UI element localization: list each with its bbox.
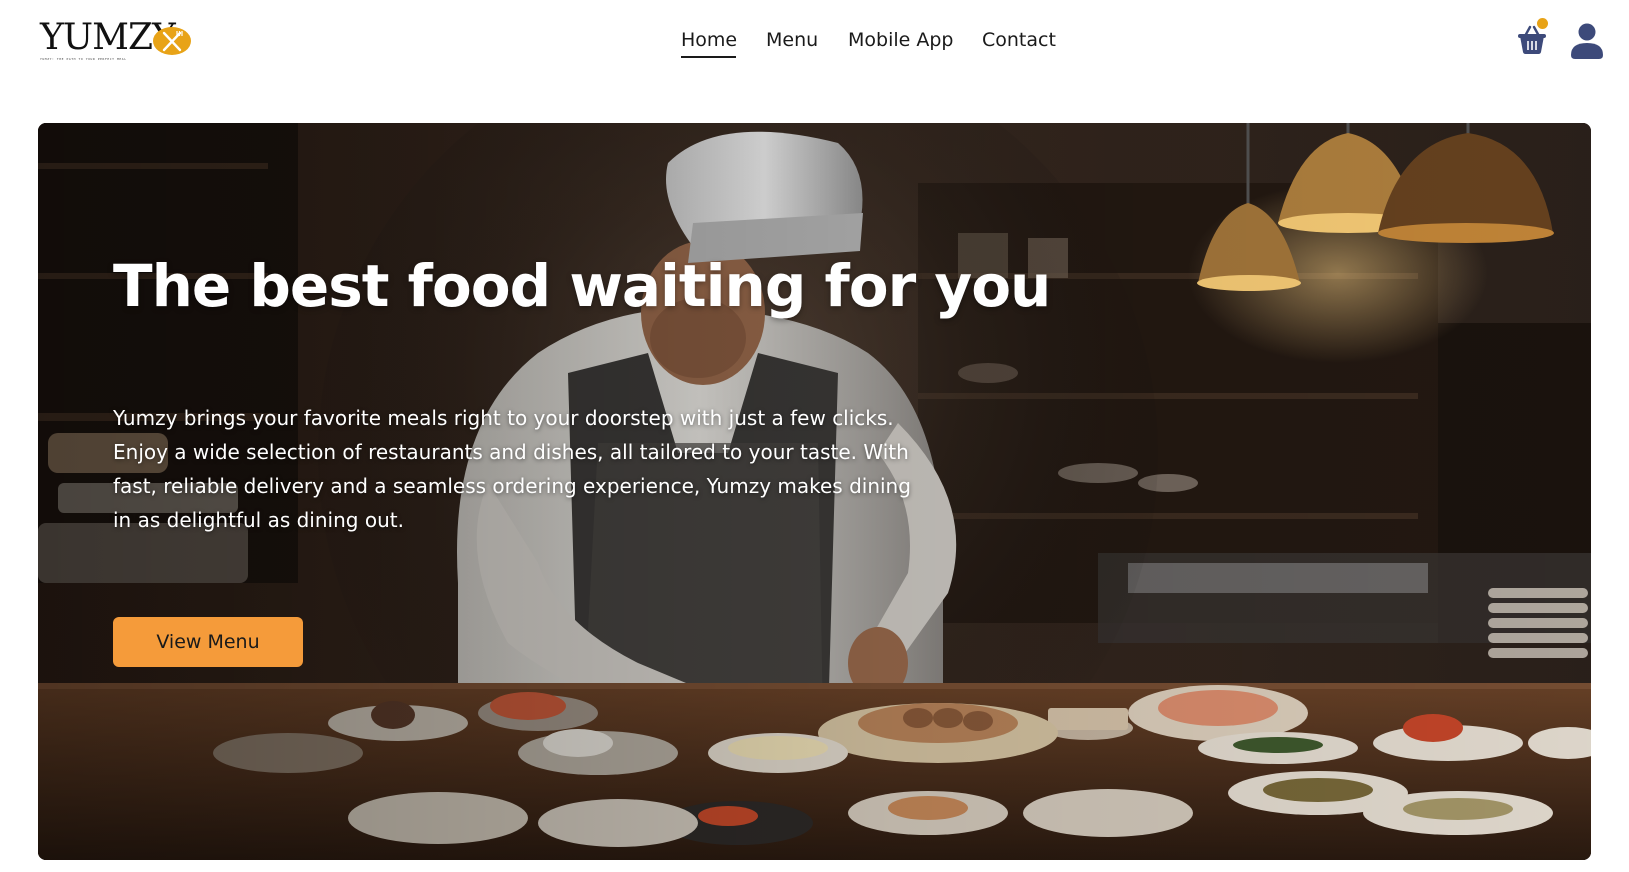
nav-item-menu[interactable]: Menu [766, 28, 818, 52]
nav-item-mobile-app[interactable]: Mobile App [848, 28, 953, 52]
site-header: YUMZY YUMZY: THE PATH TO YOUR PERFECT ME… [0, 0, 1629, 90]
nav-item-home[interactable]: Home [681, 28, 737, 52]
hero-description: Yumzy brings your favorite meals right t… [113, 406, 911, 532]
hero-banner: The best food waiting for you Yumzy brin… [38, 123, 1591, 860]
main-nav: Home Menu Mobile App Contact [0, 0, 1629, 90]
nav-active-indicator [681, 56, 736, 58]
cart-notification-dot [1537, 18, 1548, 29]
hero-title: The best food waiting for you [113, 252, 1051, 320]
view-menu-button[interactable]: View Menu [113, 617, 303, 667]
user-icon[interactable] [1569, 22, 1605, 60]
nav-item-contact[interactable]: Contact [982, 28, 1056, 52]
